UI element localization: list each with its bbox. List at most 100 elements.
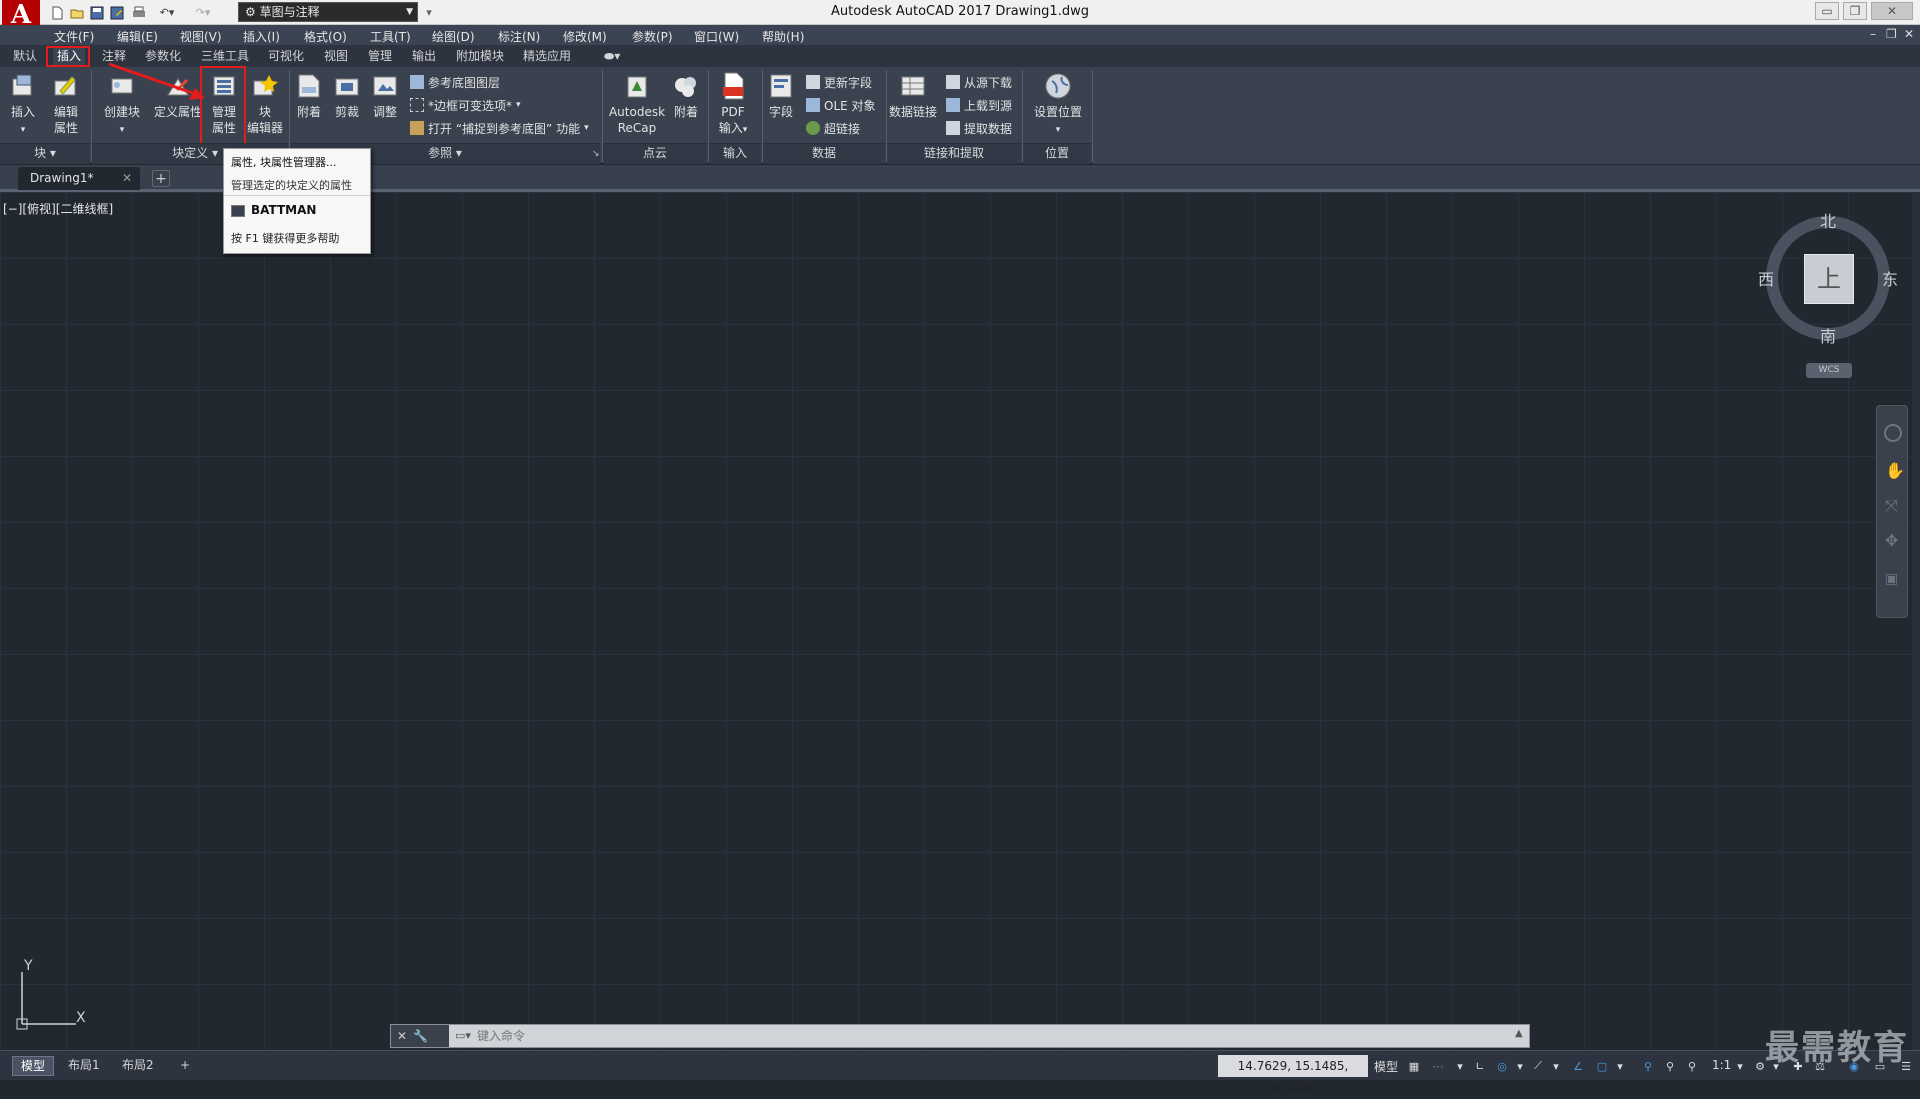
upload-to-source-button[interactable]: 上载到源 — [946, 96, 1012, 114]
extract-data-button[interactable]: 提取数据 — [946, 119, 1012, 137]
new-drawing-tab-button[interactable]: + — [152, 170, 170, 187]
panel-title-data[interactable]: 数据 — [763, 143, 885, 164]
chevron-down-icon[interactable]: ▾ — [1612, 1058, 1628, 1074]
viewport-controls[interactable]: [−][俯视][二维线框] — [3, 200, 113, 217]
panel-title-import[interactable]: 输入 — [709, 143, 761, 164]
annotation-scale-icon[interactable]: ⚲ — [1684, 1058, 1700, 1074]
close-icon[interactable]: ✕ — [122, 167, 132, 189]
hyperlink-button[interactable]: 超链接 — [806, 119, 860, 137]
menu-help[interactable]: 帮助(H) — [762, 28, 804, 45]
compass-east[interactable]: 东 — [1882, 266, 1898, 290]
menu-insert[interactable]: 插入(I) — [243, 28, 280, 45]
menu-modify[interactable]: 修改(M) — [563, 28, 607, 45]
menu-parametric[interactable]: 参数(P) — [632, 28, 673, 45]
compass-north[interactable]: 北 — [1820, 208, 1836, 232]
ole-object-button[interactable]: OLE 对象 — [806, 96, 876, 114]
ribbon-options-icon[interactable]: ⬬▾ — [600, 48, 624, 66]
data-link-button[interactable]: 数据链接 — [888, 70, 938, 120]
menu-view[interactable]: 视图(V) — [180, 28, 222, 45]
panel-launcher-icon[interactable]: ↘ — [592, 149, 600, 159]
add-layout-button[interactable]: + — [172, 1056, 198, 1076]
set-location-button[interactable]: 设置位置 ▾ — [1028, 70, 1088, 138]
doc-minimize-button[interactable]: – — [1870, 27, 1876, 41]
showmotion-icon[interactable]: ▣ — [1885, 571, 1898, 587]
compass-south[interactable]: 南 — [1820, 323, 1836, 347]
object-snap-icon[interactable]: ▢ — [1594, 1058, 1610, 1074]
chevron-down-icon[interactable]: ▾ — [1548, 1058, 1564, 1074]
grid-icon[interactable]: ▦ — [1406, 1058, 1422, 1074]
viewcube[interactable]: 上 北 南 东 西 WCS — [1758, 208, 1898, 378]
polar-icon[interactable]: ◎ — [1494, 1058, 1510, 1074]
menu-edit[interactable]: 编辑(E) — [117, 28, 158, 45]
menu-tools[interactable]: 工具(T) — [370, 28, 411, 45]
menu-file[interactable]: 文件(F) — [54, 28, 94, 45]
edit-attribute-button[interactable]: 编辑 属性 — [46, 70, 86, 136]
orbit-icon[interactable]: ✥ — [1885, 531, 1898, 550]
steering-wheel-icon[interactable] — [1884, 424, 1902, 442]
menu-draw[interactable]: 绘图(D) — [432, 28, 475, 45]
pan-hand-icon[interactable]: ✋ — [1885, 461, 1905, 480]
autodesk-recap-button[interactable]: Autodesk ReCap — [606, 70, 668, 136]
adjust-button[interactable]: 调整 — [368, 70, 402, 120]
tab-default[interactable]: 默认 — [9, 48, 41, 66]
auto-scale-icon[interactable]: ⚲ — [1662, 1058, 1678, 1074]
chevron-down-icon[interactable]: ▾ — [1452, 1058, 1468, 1074]
command-input[interactable]: 键入命令 — [449, 1025, 1529, 1047]
tab-output[interactable]: 输出 — [408, 48, 440, 66]
close-icon[interactable]: ✕ — [397, 1029, 407, 1043]
layout-tab-layout1[interactable]: 布局1 — [60, 1056, 108, 1076]
ortho-icon[interactable]: ∟ — [1472, 1058, 1488, 1074]
close-button[interactable]: ✕ — [1871, 2, 1913, 20]
underlay-layers-button[interactable]: 参考底图图层 — [410, 73, 500, 91]
document-tab-drawing1[interactable]: Drawing1* ✕ — [18, 167, 140, 190]
vertical-scrollbar[interactable] — [1912, 192, 1920, 1050]
chevron-down-icon[interactable]: ▾ — [1512, 1058, 1528, 1074]
menu-window[interactable]: 窗口(W) — [694, 28, 739, 45]
doc-close-button[interactable]: ✕ — [1904, 27, 1914, 41]
snap-to-underlay-button[interactable]: 打开 “捕捉到参考底图” 功能 ▾ — [410, 119, 589, 137]
insert-block-button[interactable]: 插入 ▾ — [4, 70, 42, 138]
layout-tab-model[interactable]: 模型 — [12, 1056, 55, 1076]
doc-restore-button[interactable]: ❐ — [1886, 27, 1897, 41]
drawing-canvas[interactable]: [−][俯视][二维线框] Y X — [0, 192, 1912, 1050]
compass-west[interactable]: 西 — [1758, 266, 1774, 290]
isodraft-icon[interactable]: ⟋ — [1530, 1058, 1546, 1074]
model-space-toggle[interactable]: 模型 — [1374, 1058, 1398, 1075]
command-history-icon[interactable]: ▭▾ — [455, 1029, 471, 1042]
zoom-extents-icon[interactable]: ⤧ — [1885, 496, 1898, 516]
tab-featured-apps[interactable]: 精选应用 — [519, 48, 575, 66]
menu-dimension[interactable]: 标注(N) — [498, 28, 540, 45]
viewcube-face-top[interactable]: 上 — [1804, 254, 1854, 304]
layout-tab-layout2[interactable]: 布局2 — [114, 1056, 162, 1076]
panel-title-location[interactable]: 位置 — [1023, 143, 1091, 164]
tab-view[interactable]: 视图 — [320, 48, 352, 66]
panel-title-block[interactable]: 块 ▾ — [0, 143, 90, 164]
wcs-menu[interactable]: WCS — [1806, 363, 1852, 378]
restore-button[interactable]: ❐ — [1843, 2, 1867, 20]
tab-addins[interactable]: 附加模块 — [452, 48, 508, 66]
pointcloud-attach-button[interactable]: 附着 — [668, 70, 704, 120]
wrench-icon[interactable]: 🔧 — [413, 1029, 428, 1043]
field-button[interactable]: 字段 — [764, 70, 798, 120]
annotation-visibility-icon[interactable]: ⚲ — [1640, 1058, 1656, 1074]
tab-visualize[interactable]: 可视化 — [264, 48, 308, 66]
navigation-bar: ✋ ⤧ ✥ ▣ — [1876, 405, 1908, 618]
menu-format[interactable]: 格式(O) — [304, 28, 347, 45]
download-from-source-button[interactable]: 从源下载 — [946, 73, 1012, 91]
update-fields-button[interactable]: 更新字段 — [806, 73, 872, 91]
clip-button[interactable]: 剪裁 — [330, 70, 364, 120]
minimize-button[interactable]: ▭ — [1815, 2, 1839, 20]
frames-vary-dropdown[interactable]: *边框可变选项* ▾ — [410, 96, 521, 114]
annotation-scale-value[interactable]: 1:1 — [1712, 1058, 1731, 1072]
panel-title-linking[interactable]: 链接和提取 — [887, 143, 1021, 164]
panel-title-point-cloud[interactable]: 点云 — [603, 143, 707, 164]
snap-mode-icon[interactable]: ⋯ — [1430, 1058, 1446, 1074]
chevron-down-icon[interactable]: ▾ — [1732, 1058, 1748, 1074]
tab-manage[interactable]: 管理 — [364, 48, 396, 66]
coordinates-display[interactable]: 14.7629, 15.1485, 0.0000 — [1218, 1055, 1368, 1095]
reference-attach-button[interactable]: 附着 — [292, 70, 326, 120]
chevron-up-icon[interactable]: ▲ — [1515, 1028, 1523, 1039]
object-snap-tracking-icon[interactable]: ∠ — [1570, 1058, 1586, 1074]
pdf-import-button[interactable]: PDF 输入▾ — [712, 70, 754, 138]
block-editor-button[interactable]: 块编辑器 — [246, 70, 284, 136]
